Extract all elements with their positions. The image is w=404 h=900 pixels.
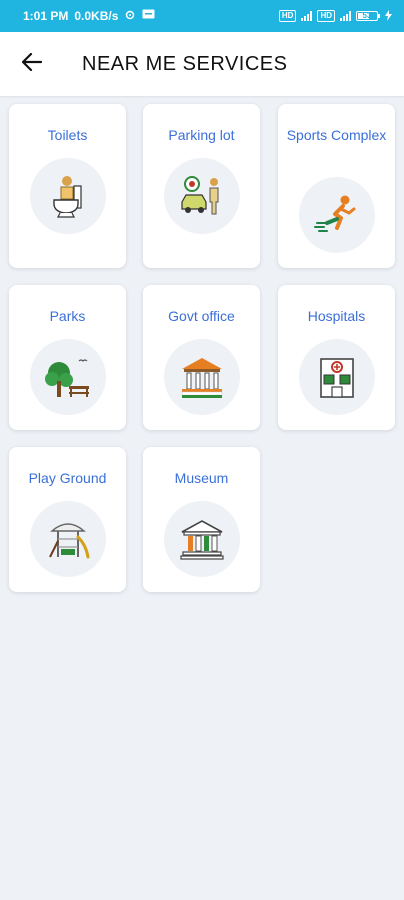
service-card-sports-complex[interactable]: Sports Complex: [278, 104, 395, 268]
page-title: NEAR ME SERVICES: [82, 52, 288, 75]
service-card-govt-office[interactable]: Govt office: [143, 285, 260, 430]
service-card-hospitals[interactable]: Hospitals: [278, 285, 395, 430]
service-label: Museum: [174, 470, 229, 486]
service-label: Parks: [49, 308, 86, 324]
toilet-icon: [30, 158, 106, 234]
signal-icon: [301, 11, 313, 21]
parking-icon: [164, 158, 240, 234]
network-speed: 0.0KB/s: [74, 9, 119, 23]
service-label: Sports Complex: [286, 127, 387, 143]
playground-icon: [30, 501, 106, 577]
battery-icon: 53: [356, 11, 380, 21]
service-card-parks[interactable]: Parks: [9, 285, 126, 430]
service-card-parking-lot[interactable]: Parking lot: [143, 104, 260, 268]
signal-icon-2: [340, 11, 351, 21]
arrow-left-icon: [21, 52, 43, 76]
hd-icon: HD: [278, 10, 297, 22]
hd-icon-2: HD: [317, 10, 335, 22]
service-label: Govt office: [168, 308, 235, 324]
service-label: Toilets: [47, 127, 88, 143]
museum-icon: [164, 501, 240, 577]
govt-building-icon: [164, 339, 240, 415]
service-label: Play Ground: [28, 470, 107, 486]
service-card-museum[interactable]: Museum: [143, 447, 260, 592]
battery-level: 53: [362, 11, 372, 20]
settings-icon: [124, 9, 136, 24]
service-card-toilets[interactable]: Toilets: [9, 104, 126, 268]
message-icon: [142, 9, 155, 24]
hospital-icon: [299, 339, 375, 415]
service-card-play-ground[interactable]: Play Ground: [9, 447, 126, 592]
back-button[interactable]: [0, 32, 64, 96]
status-bar: 1:01 PM 0.0KB/s HD HD 53: [0, 0, 404, 32]
runner-icon: [299, 177, 375, 253]
park-tree-icon: [30, 339, 106, 415]
status-time: 1:01 PM: [23, 9, 69, 23]
charging-icon: [385, 9, 392, 23]
service-label: Hospitals: [307, 308, 366, 324]
app-bar: NEAR ME SERVICES: [0, 32, 404, 96]
service-label: Parking lot: [168, 127, 235, 143]
